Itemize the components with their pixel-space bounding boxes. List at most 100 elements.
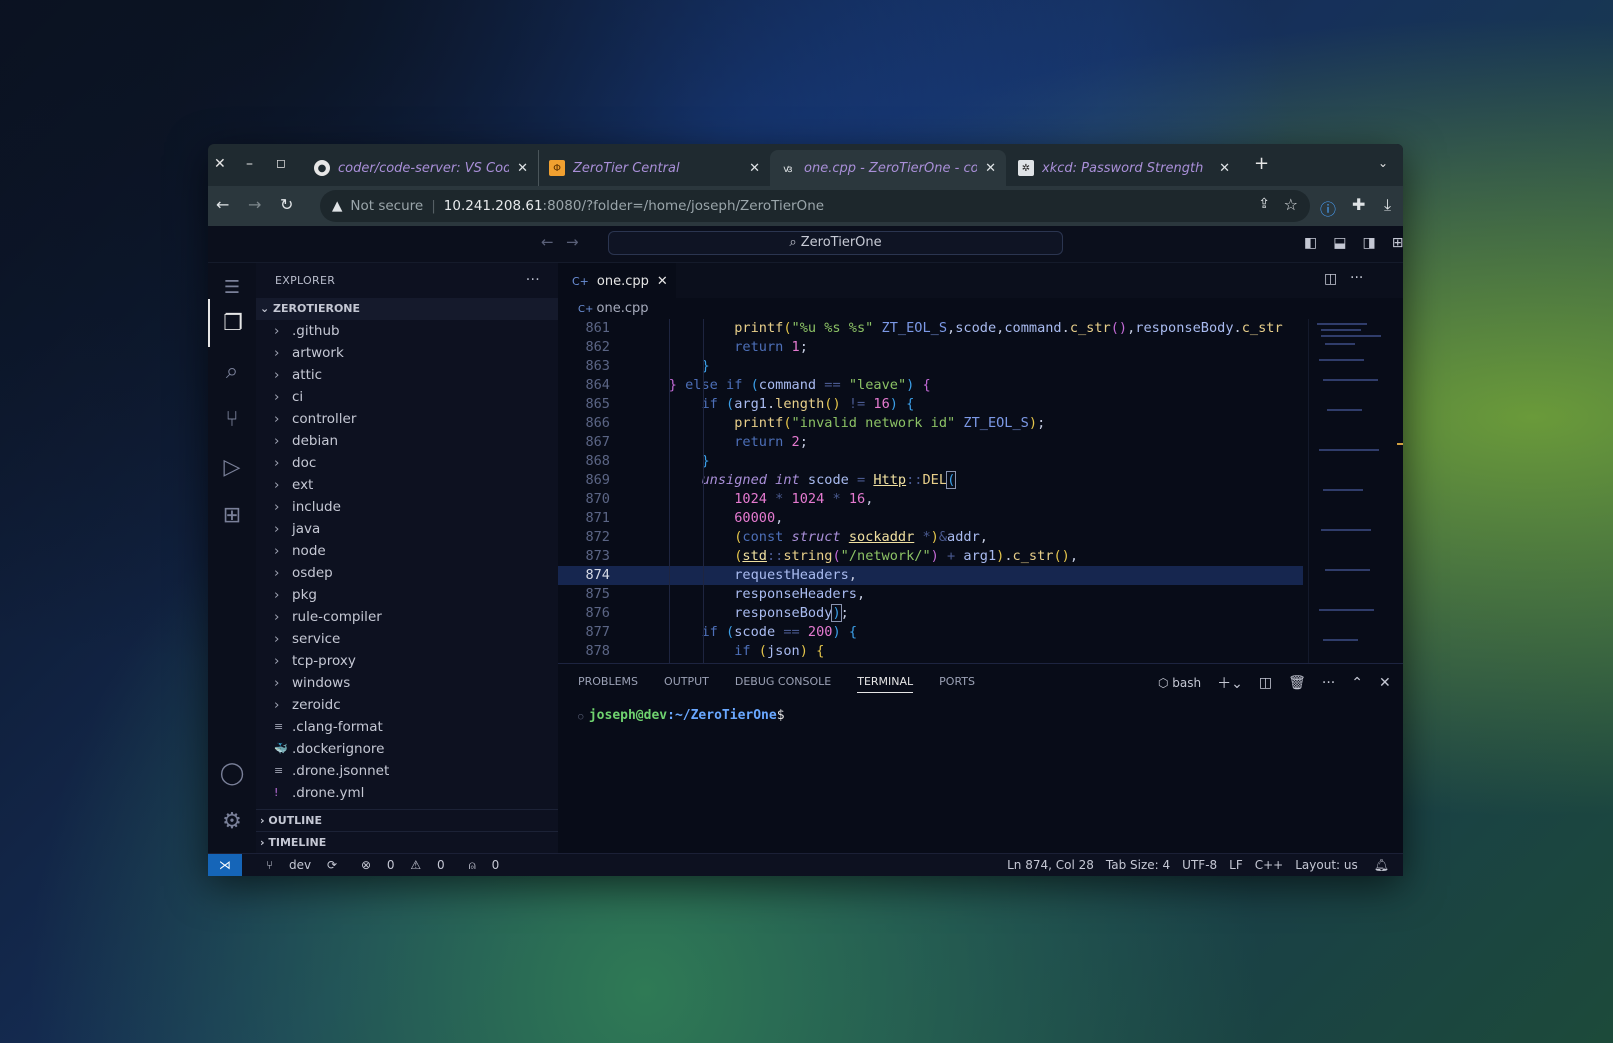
minimap[interactable]	[1308, 319, 1403, 663]
browser-tab-code-server[interactable]: ● coder/code-server: VS Code in the brow…	[304, 150, 538, 186]
tree-item[interactable]: › ext	[256, 474, 558, 496]
tab-search-chevron-icon[interactable]: ⌄	[1378, 156, 1388, 170]
more-actions-icon[interactable]: ···	[1322, 675, 1335, 691]
new-tab-icon[interactable]: +	[1254, 153, 1269, 174]
tree-item[interactable]: › osdep	[256, 562, 558, 584]
close-tab-icon[interactable]: ✕	[985, 161, 996, 176]
browser-tab-one-cpp[interactable]: ꟃ one.cpp - ZeroTierOne - code-server ✕	[770, 150, 1006, 186]
tree-item[interactable]: › service	[256, 628, 558, 650]
command-center[interactable]: ⌕ ZeroTierOne	[608, 231, 1063, 255]
cursor-position[interactable]: Ln 874, Col 28	[1007, 858, 1094, 872]
code-token: ,	[947, 320, 956, 336]
security-label[interactable]: Not secure	[350, 198, 423, 214]
close-window-icon[interactable]: ✕	[214, 156, 226, 172]
browser-tab-zerotier[interactable]: Φ ZeroTier Central ✕	[538, 150, 770, 186]
panel-tab-output[interactable]: OUTPUT	[664, 675, 709, 688]
notifications-bell-icon[interactable]: 🔔︎	[1374, 858, 1389, 872]
settings-gear-icon[interactable]: ⚙	[208, 797, 256, 845]
source-control-icon[interactable]: ⑂	[208, 395, 256, 443]
branch-indicator[interactable]: ⑂ dev ⟳	[254, 858, 337, 872]
close-tab-icon[interactable]: ✕	[1219, 161, 1230, 176]
browser-tab-xkcd[interactable]: ✲ xkcd: Password Strength ✕	[1008, 150, 1240, 186]
tree-item[interactable]: › controller	[256, 408, 558, 430]
back-icon[interactable]: ←	[216, 195, 229, 214]
download-icon[interactable]: ⤓	[1384, 195, 1391, 215]
customize-layout-icon[interactable]: ⊞	[1392, 235, 1403, 251]
toggle-sidebar-icon[interactable]: ◧	[1304, 235, 1317, 251]
tree-item[interactable]: › .github	[256, 320, 558, 342]
timeline-section[interactable]: › TIMELINE	[256, 831, 558, 853]
tree-item[interactable]: › debian	[256, 430, 558, 452]
nav-back-icon[interactable]: ←	[541, 233, 554, 251]
breadcrumb[interactable]: C+ one.cpp	[558, 298, 1403, 319]
tree-item[interactable]: 🐳 .dockerignore	[256, 738, 558, 760]
explorer-icon[interactable]: ❐	[208, 299, 256, 347]
url-input[interactable]: ▲ Not secure | 10.241.208.61:8080/?folde…	[320, 190, 1310, 222]
tree-item[interactable]: › java	[256, 518, 558, 540]
split-editor-icon[interactable]: ◫	[1324, 271, 1337, 287]
terminal[interactable]: ○ joseph@dev:~/ZeroTierOne$	[558, 698, 1403, 723]
tree-item[interactable]: › artwork	[256, 342, 558, 364]
tree-item[interactable]: ≡ .clang-format	[256, 716, 558, 738]
close-tab-icon[interactable]: ✕	[657, 274, 668, 289]
kill-terminal-trash-icon[interactable]: 🗑	[1288, 675, 1306, 691]
tree-item[interactable]: › doc	[256, 452, 558, 474]
new-terminal-icon[interactable]: ＋⌄	[1217, 673, 1243, 693]
more-actions-icon[interactable]: ···	[1350, 270, 1363, 286]
toggle-secondary-sidebar-icon[interactable]: ◨	[1362, 235, 1375, 251]
close-panel-icon[interactable]: ✕	[1379, 675, 1391, 691]
password-manager-icon[interactable]: ⓘ	[1320, 196, 1336, 220]
panel-tab-ports[interactable]: PORTS	[939, 675, 975, 688]
tree-item[interactable]: › ci	[256, 386, 558, 408]
maximize-panel-chevron-up-icon[interactable]: ⌃	[1351, 675, 1363, 691]
tree-item-label: node	[292, 543, 326, 559]
tree-item[interactable]: › attic	[256, 364, 558, 386]
panel-tab-terminal[interactable]: TERMINAL	[857, 675, 914, 693]
keyboard-layout[interactable]: Layout: us	[1295, 858, 1358, 872]
remote-indicator-icon[interactable]: ⋊	[208, 853, 242, 876]
run-debug-icon[interactable]: ▷	[208, 443, 256, 491]
terminal-shell-selector[interactable]: ⬡ bash	[1158, 676, 1201, 690]
tree-item[interactable]: › pkg	[256, 584, 558, 606]
ports-indicator[interactable]: ⍝ 0	[457, 858, 500, 873]
tree-item[interactable]: › tcp-proxy	[256, 650, 558, 672]
close-tab-icon[interactable]: ✕	[749, 161, 760, 176]
forward-icon[interactable]: →	[248, 195, 261, 214]
panel-tab-debug-console[interactable]: DEBUG CONSOLE	[735, 675, 831, 688]
extensions-icon[interactable]: ⊞	[208, 491, 256, 539]
nav-forward-icon[interactable]: →	[566, 233, 579, 251]
tree-item[interactable]: › zeroidc	[256, 694, 558, 716]
share-icon[interactable]: ⇪	[1258, 196, 1270, 212]
close-tab-icon[interactable]: ✕	[517, 161, 528, 176]
end-of-line[interactable]: LF	[1229, 858, 1243, 872]
more-actions-icon[interactable]: ···	[526, 263, 540, 298]
accounts-icon[interactable]: ◯	[208, 749, 256, 797]
root-folder[interactable]: ⌄ ZEROTIERONE	[256, 298, 558, 320]
split-terminal-icon[interactable]: ◫	[1259, 675, 1272, 691]
code-token: return	[734, 339, 784, 355]
extensions-icon[interactable]: ✚	[1352, 195, 1365, 214]
tree-item[interactable]: ≡ .drone.jsonnet	[256, 760, 558, 782]
toggle-panel-icon[interactable]: ⬓	[1333, 235, 1346, 251]
maximize-window-icon[interactable]: ◻	[276, 156, 286, 170]
encoding[interactable]: UTF-8	[1182, 858, 1217, 872]
tab-size[interactable]: Tab Size: 4	[1106, 858, 1170, 872]
reload-icon[interactable]: ↻	[280, 195, 293, 214]
minimize-window-icon[interactable]: –	[246, 156, 253, 172]
tree-item[interactable]: › node	[256, 540, 558, 562]
tree-item[interactable]: › include	[256, 496, 558, 518]
tree-item[interactable]: › windows	[256, 672, 558, 694]
panel-tab-problems[interactable]: PROBLEMS	[578, 675, 638, 688]
outline-section[interactable]: › OUTLINE	[256, 809, 558, 831]
bookmark-star-icon[interactable]: ☆	[1284, 195, 1298, 214]
tree-item[interactable]: ! .drone.yml	[256, 782, 558, 804]
problems-indicator[interactable]: ⊗ 0 ⚠ 0	[349, 858, 445, 872]
sync-icon[interactable]: ⟳	[327, 858, 337, 872]
editor-tab-one-cpp[interactable]: C+ one.cpp ✕	[558, 263, 676, 298]
tree-item[interactable]: › rule-compiler	[256, 606, 558, 628]
language-mode[interactable]: C++	[1255, 858, 1284, 872]
search-icon[interactable]: ⌕	[208, 347, 256, 395]
line-number: 875	[585, 586, 610, 602]
